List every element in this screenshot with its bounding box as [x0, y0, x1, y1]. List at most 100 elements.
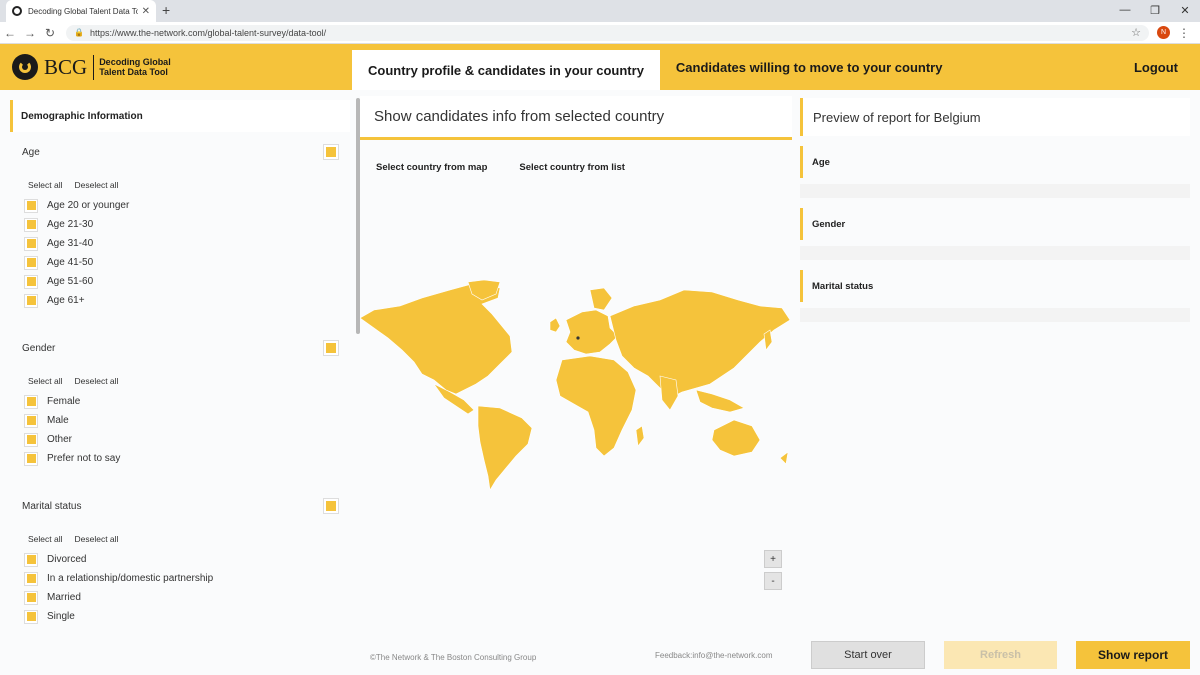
deselect-all-button[interactable]: Deselect all: [75, 180, 119, 190]
show-report-button[interactable]: Show report: [1076, 641, 1190, 669]
option-label: Age 51-60: [47, 276, 94, 287]
map-region-new-zealand: [779, 451, 789, 465]
preview-placeholder-bar: [800, 184, 1190, 198]
forward-icon[interactable]: →: [20, 26, 40, 40]
browser-tab[interactable]: Decoding Global Talent Data Too ✕: [6, 0, 156, 22]
filter-option[interactable]: Divorced: [10, 550, 350, 569]
filter-option[interactable]: Age 41-50: [10, 253, 350, 272]
filter-option[interactable]: Age 51-60: [10, 272, 350, 291]
map-selected-belgium-marker: [576, 336, 580, 340]
filter-option[interactable]: Prefer not to say: [10, 449, 350, 468]
filter-group-marital-status: Marital status Select all Deselect all D…: [10, 496, 350, 626]
option-checkbox[interactable]: [24, 413, 38, 428]
url-input[interactable]: 🔒 https://www.the-network.com/global-tal…: [66, 24, 1149, 41]
preview-section-label: Marital status: [800, 270, 1190, 302]
preview-section-age: Age: [800, 146, 1190, 198]
filter-option[interactable]: Age 21-30: [10, 215, 350, 234]
option-checkbox[interactable]: [24, 571, 38, 586]
minimize-icon[interactable]: —: [1110, 0, 1140, 20]
footer-copyright: ©The Network & The Boston Consulting Gro…: [370, 653, 537, 662]
logout-button[interactable]: Logout: [1134, 44, 1178, 90]
deselect-all-button[interactable]: Deselect all: [75, 534, 119, 544]
select-controls: Select all Deselect all: [10, 376, 350, 386]
browser-menu-icon[interactable]: ⋮: [1178, 26, 1190, 40]
profile-avatar[interactable]: N: [1157, 26, 1170, 39]
select-all-button[interactable]: Select all: [28, 534, 63, 544]
preview-placeholder-bar: [800, 308, 1190, 322]
bookmark-star-icon[interactable]: ☆: [1131, 26, 1141, 39]
footer-feedback-link[interactable]: Feedback:info@the-network.com: [655, 651, 773, 660]
filter-option[interactable]: Single: [10, 607, 350, 626]
filter-option[interactable]: Female: [10, 392, 350, 411]
option-label: Age 31-40: [47, 238, 94, 249]
option-checkbox[interactable]: [24, 293, 38, 308]
map-region-southeast-asia: [695, 389, 745, 413]
option-checkbox[interactable]: [24, 236, 38, 251]
world-map[interactable]: [359, 279, 792, 491]
tab-country-profile[interactable]: Country profile & candidates in your cou…: [352, 50, 660, 90]
filter-option[interactable]: Age 31-40: [10, 234, 350, 253]
map-region-uk: [549, 317, 561, 333]
option-label: Single: [47, 611, 75, 622]
group-toggle-checkbox[interactable]: [323, 144, 339, 160]
option-checkbox[interactable]: [24, 451, 38, 466]
logo-subtitle-line-2: Talent Data Tool: [99, 67, 168, 77]
sidebar-section-title: Demographic Information: [10, 100, 350, 132]
preview-section-gender: Gender: [800, 208, 1190, 260]
option-checkbox[interactable]: [24, 552, 38, 567]
back-icon[interactable]: ←: [0, 26, 20, 40]
tab-select-from-map[interactable]: Select country from map: [376, 162, 487, 173]
map-region-south-america: [477, 405, 533, 491]
deselect-all-button[interactable]: Deselect all: [75, 376, 119, 386]
main-content: Demographic Information Age Select all D…: [0, 90, 1200, 675]
url-text: https://www.the-network.com/global-talen…: [89, 27, 327, 38]
filter-option[interactable]: In a relationship/domestic partnership: [10, 569, 350, 588]
group-toggle-checkbox[interactable]: [323, 498, 339, 514]
filter-group-gender: Gender Select all Deselect all Female Ma…: [10, 338, 350, 468]
option-label: Married: [47, 592, 81, 603]
select-all-button[interactable]: Select all: [28, 376, 63, 386]
filter-option[interactable]: Married: [10, 588, 350, 607]
zoom-out-button[interactable]: -: [764, 572, 782, 590]
restore-icon[interactable]: ❐: [1140, 0, 1170, 20]
start-over-button[interactable]: Start over: [811, 641, 925, 669]
reload-icon[interactable]: ↻: [40, 26, 60, 40]
preview-section-marital-status: Marital status: [800, 270, 1190, 322]
map-region-madagascar: [635, 425, 645, 447]
zoom-in-button[interactable]: +: [764, 550, 782, 568]
app-header: BCG Decoding Global Talent Data Tool Cou…: [0, 44, 1200, 90]
browser-tabbar: Decoding Global Talent Data Too ✕ + — ❐ …: [0, 0, 1200, 22]
option-checkbox[interactable]: [24, 394, 38, 409]
new-tab-icon[interactable]: +: [162, 2, 170, 18]
map-region-japan: [763, 329, 773, 351]
tab-select-from-list[interactable]: Select country from list: [519, 162, 625, 173]
center-title: Show candidates info from selected count…: [360, 96, 792, 140]
demographic-sidebar[interactable]: Demographic Information Age Select all D…: [10, 90, 350, 635]
site-favicon-icon: [12, 6, 22, 16]
option-checkbox[interactable]: [24, 198, 38, 213]
group-toggle-checkbox[interactable]: [323, 340, 339, 356]
close-tab-icon[interactable]: ✕: [142, 6, 150, 17]
close-window-icon[interactable]: ✕: [1170, 0, 1200, 20]
filter-option[interactable]: Age 61+: [10, 291, 350, 310]
map-region-australia: [711, 419, 761, 457]
option-checkbox[interactable]: [24, 274, 38, 289]
filter-option[interactable]: Other: [10, 430, 350, 449]
world-map-svg[interactable]: [359, 279, 792, 491]
center-panel: Show candidates info from selected count…: [359, 90, 792, 635]
option-checkbox[interactable]: [24, 255, 38, 270]
option-checkbox[interactable]: [24, 609, 38, 624]
option-label: Divorced: [47, 554, 87, 565]
bcg-logo[interactable]: BCG Decoding Global Talent Data Tool: [0, 44, 352, 90]
filter-option[interactable]: Age 20 or younger: [10, 196, 350, 215]
option-label: Prefer not to say: [47, 453, 121, 464]
bcg-logo-mark-icon: [12, 54, 38, 80]
filter-option[interactable]: Male: [10, 411, 350, 430]
select-all-button[interactable]: Select all: [28, 180, 63, 190]
option-checkbox[interactable]: [24, 217, 38, 232]
address-bar-row: ← → ↻ 🔒 https://www.the-network.com/glob…: [0, 22, 1200, 44]
option-checkbox[interactable]: [24, 590, 38, 605]
tab-candidates-willing-to-move[interactable]: Candidates willing to move to your count…: [660, 44, 959, 90]
option-checkbox[interactable]: [24, 432, 38, 447]
refresh-button[interactable]: Refresh: [944, 641, 1057, 669]
